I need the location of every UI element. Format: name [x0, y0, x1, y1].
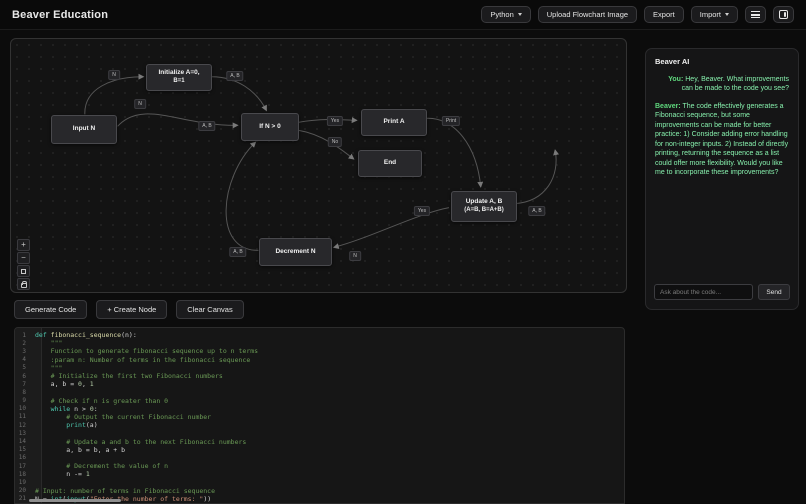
edge-label: N	[349, 251, 361, 261]
fit-view-icon	[21, 268, 26, 274]
code-line: 16	[18, 454, 26, 462]
node-label: Decrement N	[275, 247, 316, 255]
create-node-button[interactable]: + Create Node	[96, 300, 168, 319]
chat-input-row: Send	[654, 284, 790, 300]
chat-message-assistant: Beaver: The code effectively generates a…	[655, 102, 789, 178]
edge-label: A, B	[528, 206, 546, 216]
lock-icon	[20, 281, 27, 288]
language-select-label: Python	[490, 10, 514, 19]
sidebar-icon	[779, 10, 788, 19]
code-line: 20 # Input: number of terms in Fibonacci …	[18, 486, 216, 495]
code-line: 2 """	[22, 339, 63, 348]
edge-label: A, B	[198, 121, 216, 131]
caret-down-icon	[725, 13, 729, 16]
code-line: 8	[22, 388, 26, 396]
scrollbar-thumb[interactable]	[29, 499, 121, 502]
flowchart-node-update-ab[interactable]: Update A, B (A=B, B=A+B)	[451, 191, 517, 222]
flowchart-node-end[interactable]: End	[358, 150, 422, 177]
code-line: 6 # Initialize the first two Fibonacci n…	[22, 372, 223, 381]
chat-speaker: You:	[668, 76, 684, 83]
panel-toggle-button[interactable]	[773, 6, 794, 23]
edge-label: A, B	[229, 247, 247, 257]
hamburger-icon	[751, 11, 760, 18]
node-label: Update A, B	[465, 198, 503, 206]
code-editor[interactable]: 1 def fibonacci_sequence(n): 2 """ 3 Functi…	[14, 327, 625, 504]
node-label: End	[383, 159, 397, 167]
flowchart-edge	[332, 207, 450, 249]
upload-flowchart-button[interactable]: Upload Flowchart Image	[537, 6, 638, 23]
flowchart-edge	[425, 117, 484, 188]
code-line: 12 print(a)	[18, 421, 98, 430]
generate-code-button[interactable]: Generate Code	[14, 300, 88, 319]
beaver-ai-panel: Beaver AI You: Hey, Beaver. What improve…	[645, 48, 799, 310]
code-line: 15 a, b = b, a + b	[18, 445, 126, 454]
flowchart-node-print-a[interactable]: Print A	[361, 109, 427, 136]
flowchart-canvas[interactable]: Input N Initialize A=0, B=1 If N > 0 Pri…	[10, 38, 627, 293]
chat-text: Hey, Beaver. What improvements can be ma…	[681, 76, 789, 93]
node-label: Initialize A=0,	[158, 69, 200, 77]
node-label: Input N	[72, 125, 96, 133]
chat-messages: You: Hey, Beaver. What improvements can …	[655, 75, 789, 257]
flowchart-edge	[211, 76, 267, 112]
export-button[interactable]: Export	[644, 6, 684, 23]
flowchart-edge	[298, 129, 355, 160]
code-line: 19	[18, 478, 26, 486]
flowchart-node-initialize[interactable]: Initialize A=0, B=1	[146, 64, 212, 91]
code-line: 7 a, b = 0, 1	[22, 380, 94, 389]
chat-text: The code effectively generates a Fibonac…	[655, 102, 789, 176]
chat-speaker: Beaver:	[655, 102, 681, 110]
node-label: If N > 0	[259, 122, 281, 130]
code-line: 5 """	[22, 363, 63, 372]
flowchart-node-decrement-n[interactable]: Decrement N	[259, 238, 332, 266]
top-bar: Beaver Education Python Upload Flowchart…	[0, 0, 806, 30]
code-line: 9 # Check if n is greater than 0	[22, 396, 169, 405]
language-select[interactable]: Python	[481, 6, 531, 23]
import-button-label: Import	[699, 10, 721, 19]
code-line: 4 :param n: Number of terms in the fibon…	[22, 355, 251, 364]
flowchart-edge	[225, 141, 259, 251]
flowchart-node-if-n[interactable]: If N > 0	[241, 113, 299, 141]
node-sublabel: (A=B, B=A+B)	[464, 206, 504, 213]
code-line: 14 # Update a and b to the next Fibonacc…	[18, 437, 247, 446]
edge-label: Yes	[326, 116, 344, 126]
chat-input[interactable]	[654, 284, 753, 300]
chat-message-user: You: Hey, Beaver. What improvements can …	[665, 75, 789, 94]
topbar-actions: Python Upload Flowchart Image Export Imp…	[481, 6, 794, 23]
fit-view-button[interactable]	[17, 265, 30, 277]
edge-label: Yes	[413, 206, 431, 216]
code-line: 11 # Output the current Fibonacci number	[18, 412, 212, 421]
code-line: 13	[18, 429, 26, 437]
send-button[interactable]: Send	[758, 284, 790, 300]
code-line: 1 def fibonacci_sequence(n):	[22, 331, 137, 340]
edge-label: N	[134, 99, 146, 109]
edge-label: Print	[441, 116, 461, 126]
node-label: Print A	[383, 118, 405, 126]
chat-title: Beaver AI	[655, 57, 690, 66]
flowchart-edge	[117, 113, 239, 129]
flowchart-edge	[514, 149, 559, 205]
edge-label: No	[327, 137, 343, 147]
edge-label: A, B	[226, 71, 244, 81]
horizontal-scrollbar[interactable]	[15, 498, 624, 503]
code-line: 18 n -= 1	[18, 470, 90, 479]
canvas-action-bar: Generate Code + Create Node Clear Canvas	[14, 300, 244, 319]
menu-button[interactable]	[745, 6, 766, 23]
canvas-controls: + −	[17, 239, 30, 290]
code-line: 10 while n > 0:	[18, 404, 98, 413]
import-button[interactable]: Import	[690, 6, 738, 23]
flowchart-node-input-n[interactable]: Input N	[51, 115, 117, 144]
zoom-in-button[interactable]: +	[17, 239, 30, 251]
chevron-down-icon	[517, 13, 522, 16]
code-lines: 1 def fibonacci_sequence(n): 2 """ 3 Functi…	[15, 328, 624, 503]
lock-button[interactable]	[17, 278, 30, 290]
code-line: 3 Function to generate fibonacci sequenc…	[22, 347, 259, 356]
zoom-out-button[interactable]: −	[17, 252, 30, 264]
app-title: Beaver Education	[12, 8, 109, 21]
clear-canvas-button[interactable]: Clear Canvas	[176, 300, 244, 319]
node-sublabel: B=1	[173, 77, 185, 84]
code-line: 17 # Decrement the value of n	[18, 462, 169, 471]
edge-label: N	[108, 70, 120, 80]
